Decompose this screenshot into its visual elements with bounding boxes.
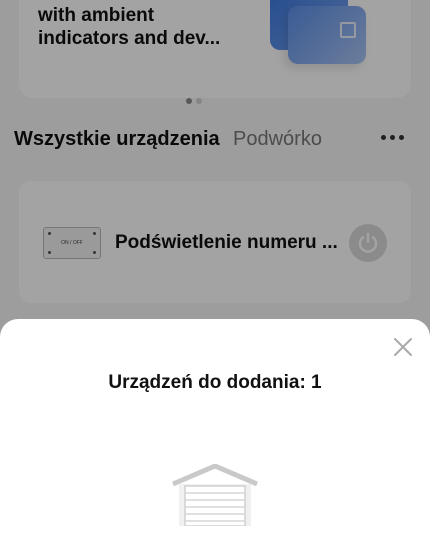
add-devices-sheet: Urządzeń do dodania: 1 (0, 319, 430, 537)
sheet-title: Urządzeń do dodania: 1 (108, 372, 322, 393)
close-button[interactable] (390, 334, 416, 360)
garage-icon (172, 464, 258, 526)
close-icon (394, 338, 412, 356)
